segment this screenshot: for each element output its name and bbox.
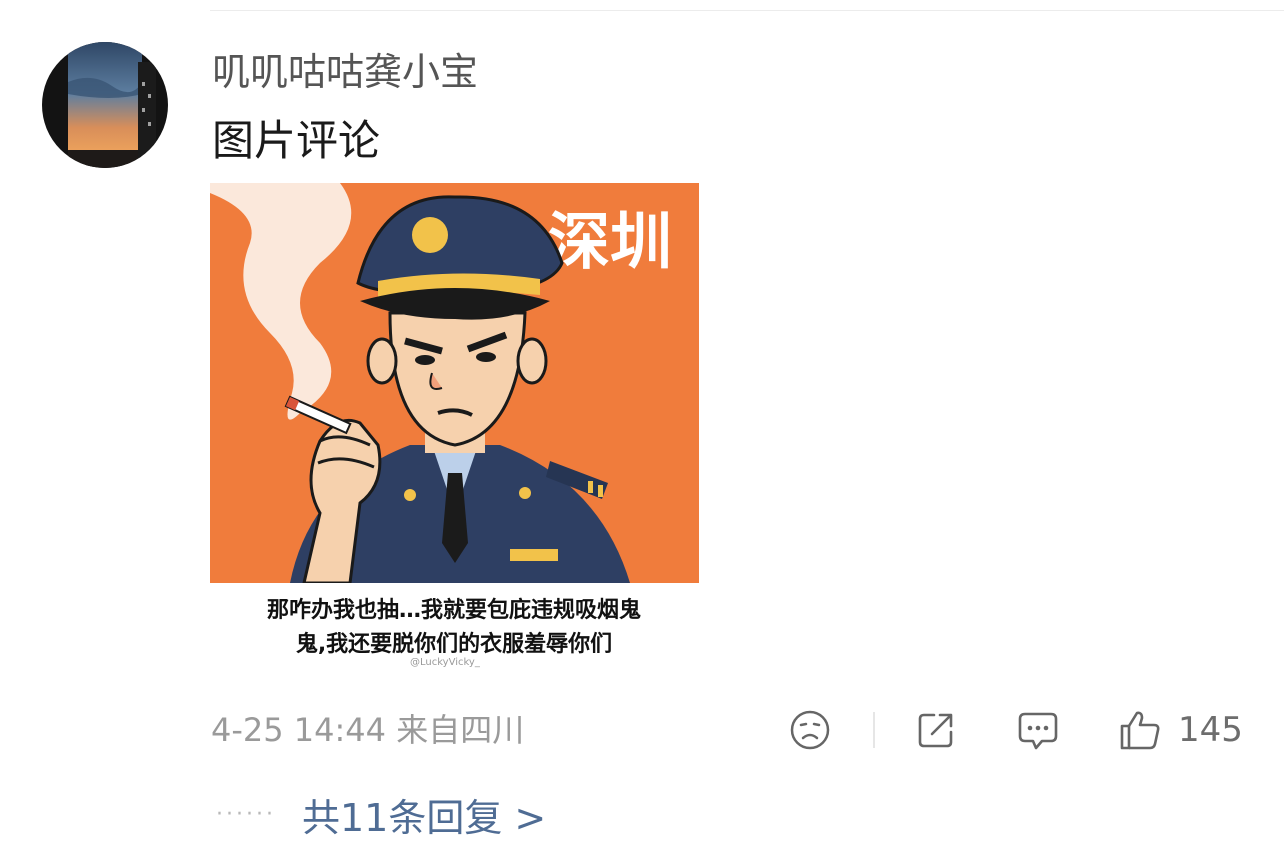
share-button[interactable] [914,704,958,756]
corner-text: 深圳 [548,205,672,278]
meme-illustration: 深圳 那咋办我也抽…我就要包庇违规吸烟鬼 鬼,我还要脱你们的衣服羞辱你们 @Lu… [210,183,699,671]
dislike-face-icon [790,710,830,750]
like-count: 145 [1178,710,1243,750]
comment-icon [1018,712,1058,750]
replies-row: ······ 共11条回复 > [216,788,546,840]
comment-text: 图片评论 [212,116,381,165]
caption-line-2: 鬼,我还要脱你们的衣服羞辱你们 [296,631,612,657]
reply-button[interactable] [1016,704,1060,756]
watermark-text: @LuckyVicky_ [410,657,481,668]
thumbs-up-icon [1120,711,1160,750]
replies-dots: ······ [216,801,276,827]
dislike-button[interactable] [789,704,831,756]
username[interactable]: 叽叽咕咕龚小宝 [212,48,478,96]
action-divider [873,712,875,748]
caption-line-1: 那咋办我也抽…我就要包庇违规吸烟鬼 [267,597,641,623]
view-replies-link[interactable]: 共11条回复 > [302,787,546,842]
like-button[interactable]: 145 [1118,704,1243,756]
avatar[interactable] [42,42,168,168]
share-icon [918,713,953,748]
avatar-image [42,42,168,168]
comment-actions: 145 [0,704,1284,756]
top-divider [210,10,1284,11]
comment-image[interactable]: 深圳 那咋办我也抽…我就要包庇违规吸烟鬼 鬼,我还要脱你们的衣服羞辱你们 @Lu… [210,183,699,671]
